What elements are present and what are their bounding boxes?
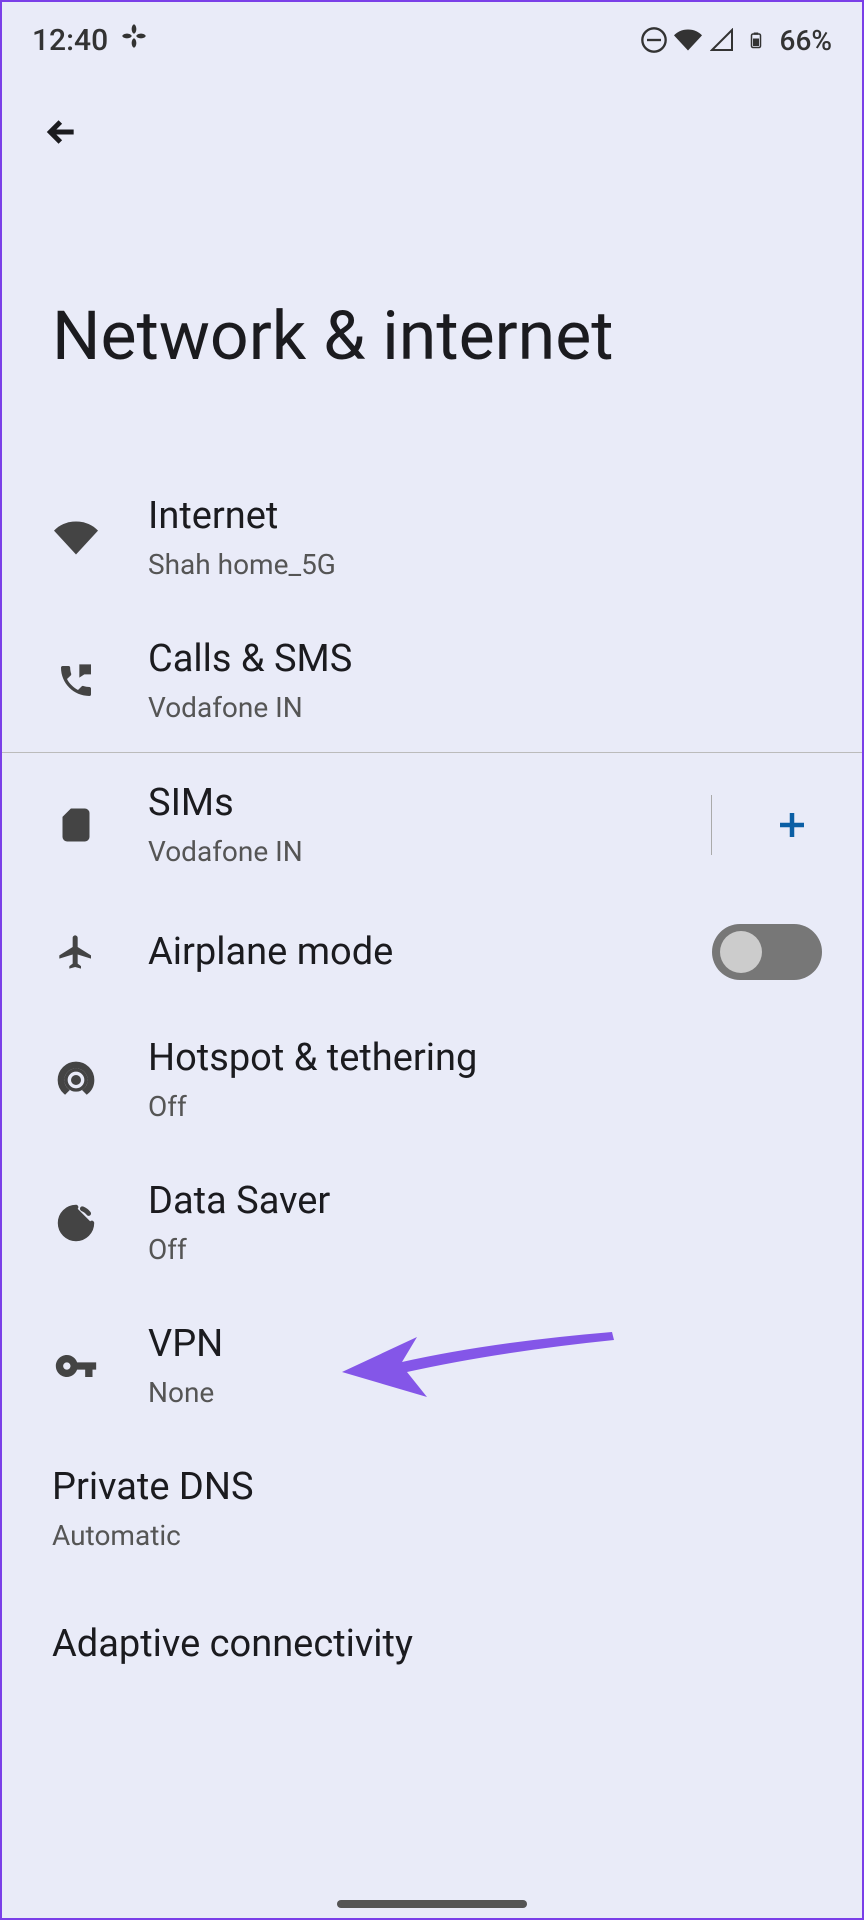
setting-title: Internet <box>148 494 832 538</box>
wifi-icon <box>674 26 702 54</box>
data-saver-icon <box>52 1199 100 1247</box>
setting-subtitle: Shah home_5G <box>148 548 832 581</box>
setting-subtitle: Vodafone IN <box>148 835 711 868</box>
setting-title: Hotspot & tethering <box>148 1036 832 1080</box>
toggle-knob <box>720 931 762 973</box>
hotspot-icon <box>52 1056 100 1104</box>
setting-title: Data Saver <box>148 1179 832 1223</box>
add-sim-button[interactable] <box>762 795 822 855</box>
setting-subtitle: Off <box>148 1090 832 1123</box>
nav-bar-handle[interactable] <box>337 1900 527 1908</box>
vpn-key-icon <box>52 1342 100 1390</box>
status-time: 12:40 <box>32 23 108 58</box>
setting-title: Airplane mode <box>148 930 712 974</box>
setting-title: Calls & SMS <box>148 637 832 681</box>
back-button[interactable] <box>2 72 862 156</box>
battery-percent: 66% <box>780 24 832 57</box>
phone-sms-icon <box>52 657 100 705</box>
setting-subtitle: None <box>148 1376 832 1409</box>
setting-subtitle: Off <box>148 1233 832 1266</box>
battery-icon <box>742 26 770 54</box>
setting-airplane-mode[interactable]: Airplane mode <box>2 896 862 1008</box>
setting-internet[interactable]: Internet Shah home_5G <box>2 466 862 609</box>
setting-vpn[interactable]: VPN None <box>2 1294 862 1437</box>
setting-title: Adaptive connectivity <box>52 1622 832 1666</box>
dnd-icon <box>640 26 668 54</box>
setting-hotspot[interactable]: Hotspot & tethering Off <box>2 1008 862 1151</box>
settings-list: Internet Shah home_5G Calls & SMS Vodafo… <box>2 466 862 1690</box>
airplane-icon <box>52 928 100 976</box>
setting-private-dns[interactable]: Private DNS Automatic <box>2 1437 862 1580</box>
page-title: Network & internet <box>2 156 862 466</box>
status-bar: 12:40 66% <box>2 2 862 72</box>
wifi-icon <box>52 514 100 562</box>
setting-sims[interactable]: SIMs Vodafone IN <box>2 753 862 896</box>
setting-title: SIMs <box>148 781 711 825</box>
status-bar-right: 66% <box>640 24 832 57</box>
status-bar-left: 12:40 <box>32 22 148 58</box>
setting-subtitle: Automatic <box>52 1519 832 1552</box>
setting-title: Private DNS <box>52 1465 832 1509</box>
sim-icon <box>52 801 100 849</box>
divider <box>711 795 712 855</box>
signal-icon <box>708 26 736 54</box>
setting-calls-sms[interactable]: Calls & SMS Vodafone IN <box>2 609 862 752</box>
setting-adaptive-connectivity[interactable]: Adaptive connectivity <box>2 1580 862 1690</box>
setting-data-saver[interactable]: Data Saver Off <box>2 1151 862 1294</box>
setting-subtitle: Vodafone IN <box>148 691 832 724</box>
pinwheel-icon <box>120 22 148 58</box>
airplane-mode-toggle[interactable] <box>712 924 822 980</box>
setting-title: VPN <box>148 1322 832 1366</box>
